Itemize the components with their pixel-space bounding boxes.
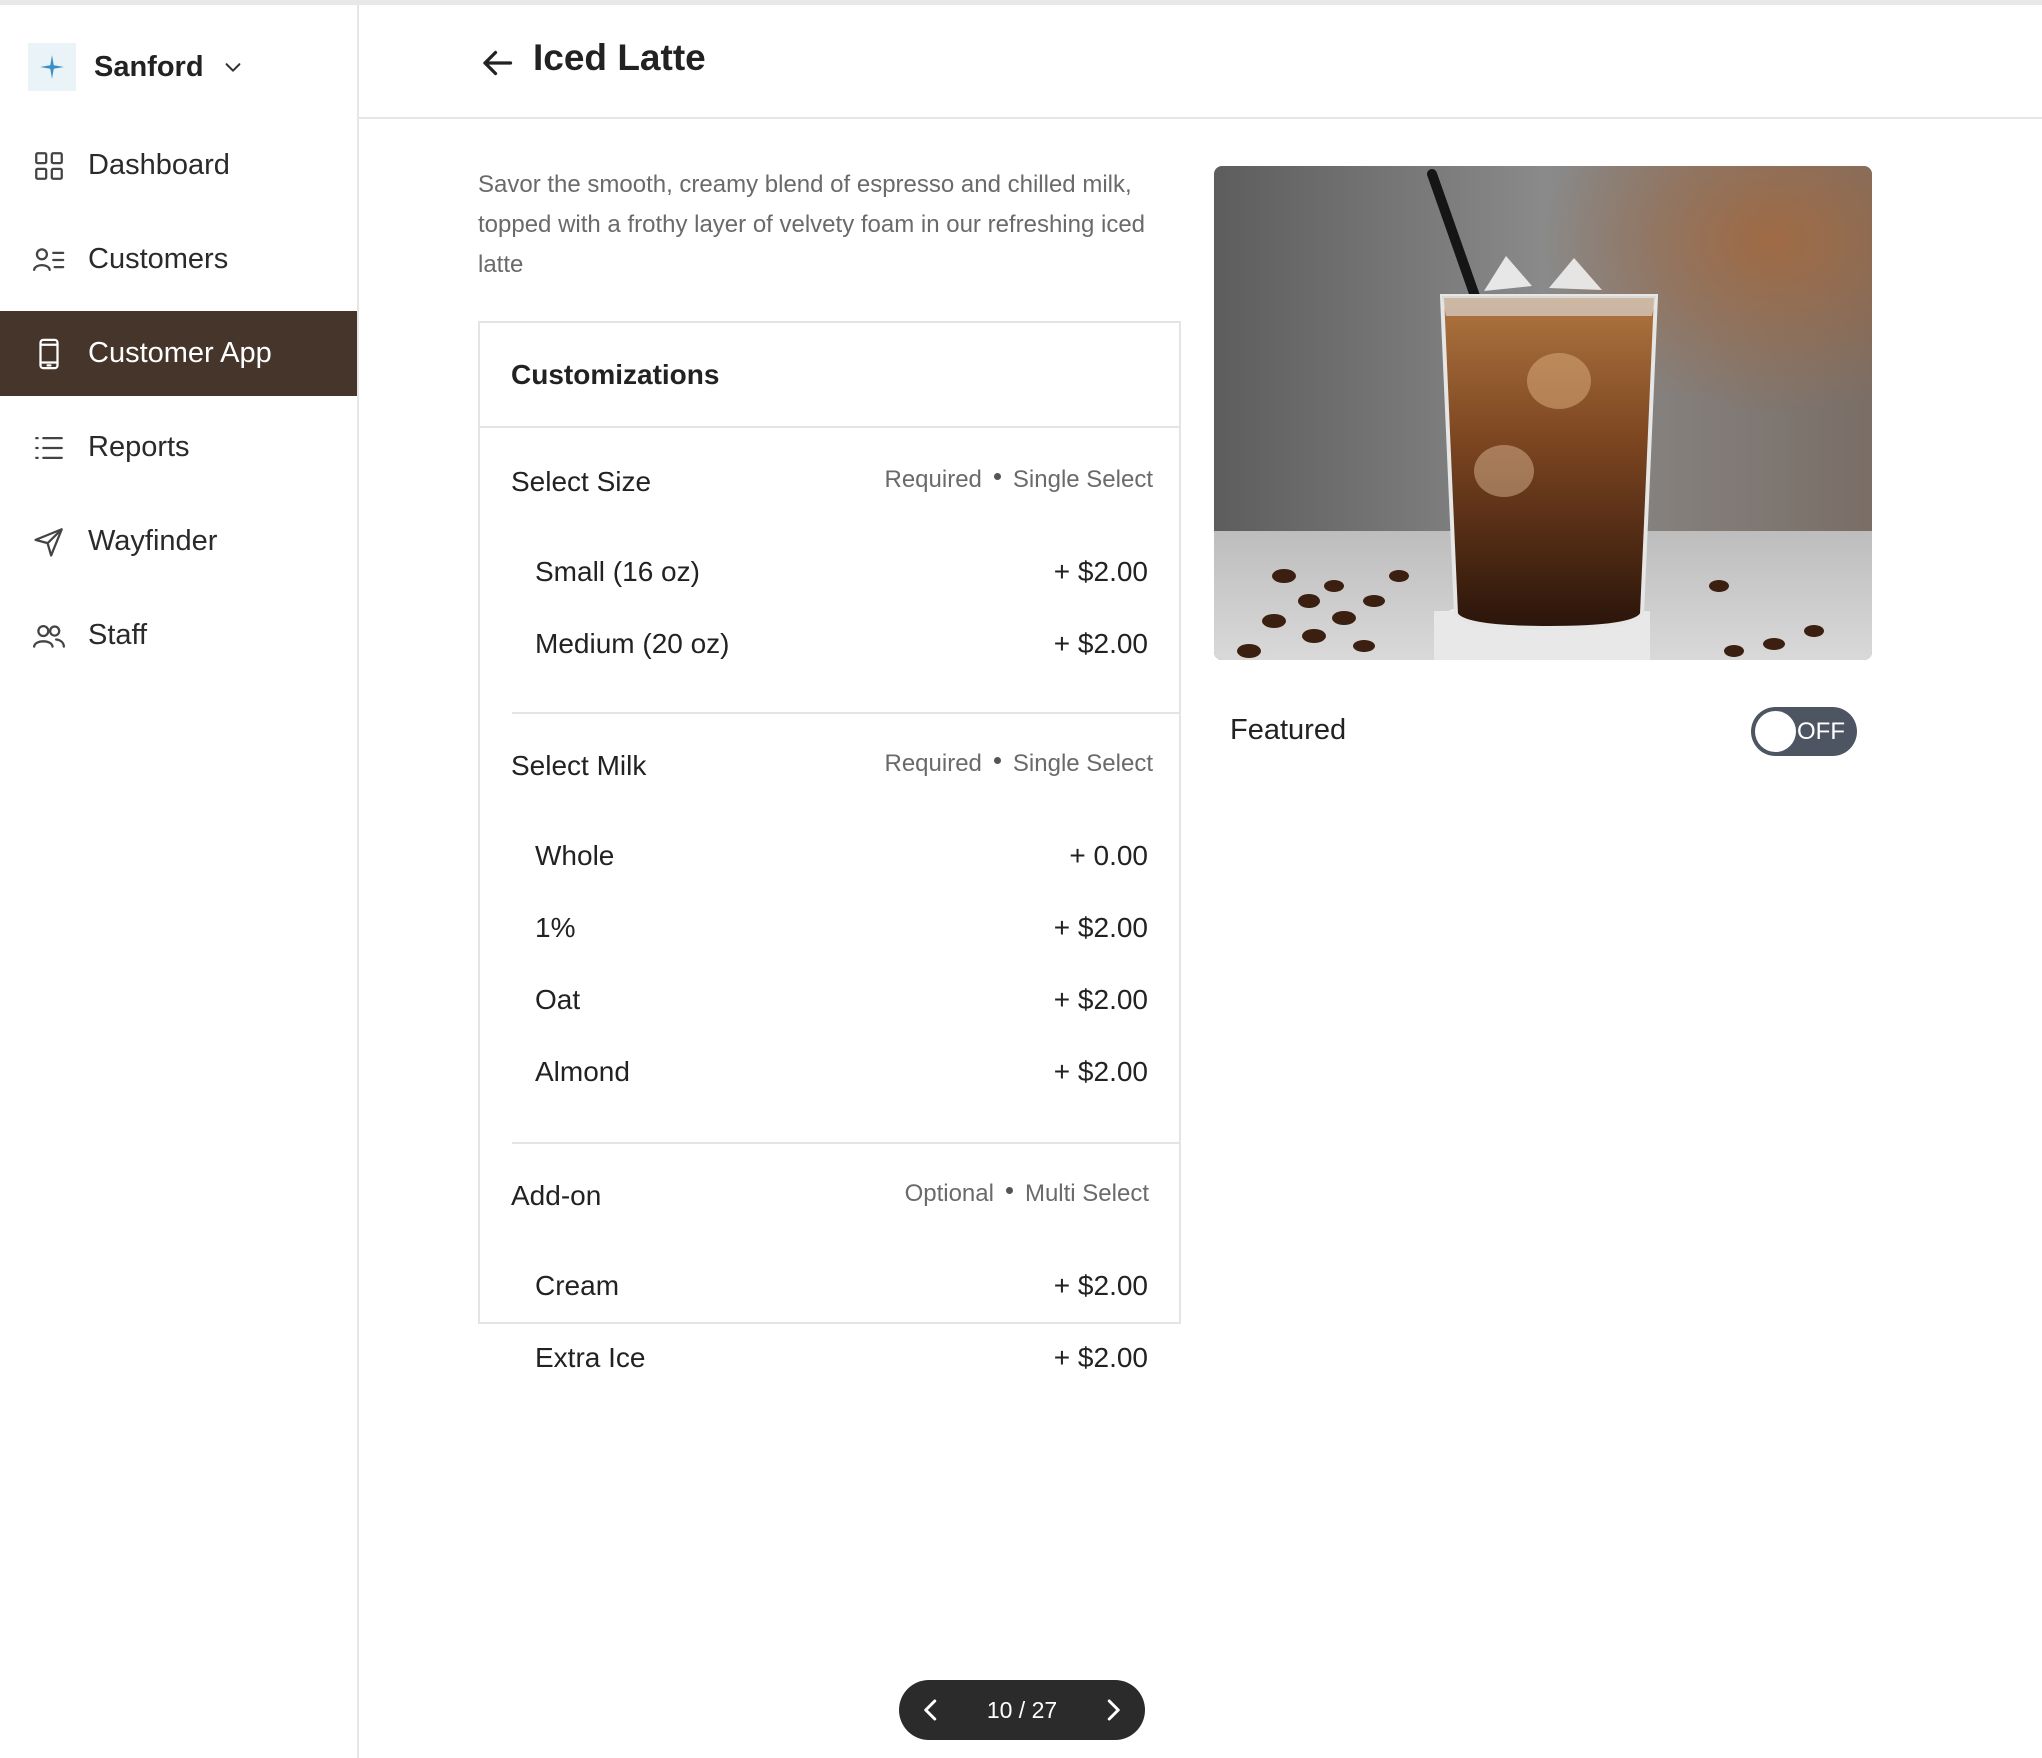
customization-group-milk: Select Milk Required Single Select Whole… bbox=[480, 712, 1179, 1142]
group-requirement: Required bbox=[884, 750, 982, 777]
customization-group-size: Select Size Required Single Select Small… bbox=[480, 428, 1179, 712]
sidebar-item-label: Wayfinder bbox=[88, 525, 218, 557]
option-price: + $2.00 bbox=[1053, 628, 1148, 659]
option-price: + $2.00 bbox=[1053, 912, 1148, 943]
sidebar-item-label: Customers bbox=[88, 243, 229, 275]
option-price: + $2.00 bbox=[1053, 984, 1148, 1015]
user-list-icon bbox=[32, 247, 65, 271]
sidebar-item-customer-app[interactable]: Customer App bbox=[0, 311, 357, 396]
sidebar: Sanford Dashboard Customers Customer App… bbox=[0, 5, 359, 1758]
option-name: 1% bbox=[535, 912, 576, 943]
list-icon bbox=[35, 436, 63, 459]
group-selection-type: Single Select bbox=[1012, 466, 1153, 493]
option-price: + $2.00 bbox=[1053, 556, 1148, 587]
customization-group-add-on: Add-on Optional Multi Select Cream + $2.… bbox=[480, 1142, 1179, 1394]
back-arrow-icon[interactable] bbox=[479, 45, 515, 81]
page-header: Iced Latte bbox=[359, 5, 2042, 119]
navigation-arrow-icon bbox=[34, 527, 63, 557]
option-row[interactable]: Small (16 oz) + $2.00 bbox=[480, 536, 1179, 608]
sidebar-item-staff[interactable]: Staff bbox=[0, 593, 357, 678]
sidebar-item-dashboard[interactable]: Dashboard bbox=[0, 123, 357, 208]
pagination: 10 / 27 bbox=[899, 1680, 1145, 1740]
option-name: Almond bbox=[535, 1056, 630, 1087]
workspace-name: Sanford bbox=[94, 50, 204, 83]
group-meta: Required Single Select bbox=[885, 750, 1154, 778]
option-name: Cream bbox=[535, 1270, 620, 1301]
option-row[interactable]: Cream + $2.00 bbox=[480, 1250, 1179, 1322]
option-row[interactable]: Oat + $2.00 bbox=[480, 964, 1179, 1036]
sidebar-nav: Dashboard Customers Customer App Reports… bbox=[0, 123, 357, 687]
product-description: Savor the smooth, creamy blend of espres… bbox=[478, 171, 1146, 278]
sidebar-item-label: Staff bbox=[88, 619, 148, 651]
sidebar-item-label: Dashboard bbox=[88, 149, 230, 181]
group-title: Select Milk bbox=[511, 750, 647, 781]
sidebar-item-label: Reports bbox=[88, 431, 190, 463]
option-price: + $2.00 bbox=[1053, 1270, 1148, 1301]
group-selection-type: Single Select bbox=[1012, 750, 1153, 777]
option-name: Whole bbox=[535, 840, 615, 871]
separator-dot bbox=[993, 472, 1001, 480]
featured-label: Featured bbox=[1230, 714, 1347, 746]
option-row[interactable]: 1% + $2.00 bbox=[480, 892, 1179, 964]
group-title: Select Size bbox=[511, 466, 652, 497]
group-header: Select Milk Required Single Select bbox=[480, 712, 1179, 820]
sparkle-icon bbox=[28, 43, 76, 91]
option-row[interactable]: Medium (20 oz) + $2.00 bbox=[480, 608, 1179, 680]
group-meta: Required Single Select bbox=[885, 466, 1154, 494]
customizations-title: Customizations bbox=[480, 323, 1179, 428]
chevron-down-icon bbox=[225, 63, 240, 72]
group-requirement: Required bbox=[884, 466, 982, 493]
group-requirement: Optional bbox=[904, 1180, 994, 1207]
workspace-switcher[interactable]: Sanford bbox=[28, 39, 244, 95]
toggle-state: OFF bbox=[1797, 718, 1845, 745]
sidebar-item-wayfinder[interactable]: Wayfinder bbox=[0, 499, 357, 584]
option-row[interactable]: Almond + $2.00 bbox=[480, 1036, 1179, 1108]
option-name: Small (16 oz) bbox=[535, 556, 700, 587]
option-price: + 0.00 bbox=[1069, 840, 1148, 871]
users-icon bbox=[32, 624, 66, 648]
option-row[interactable]: Extra Ice + $2.00 bbox=[480, 1322, 1179, 1394]
grid-icon bbox=[35, 151, 63, 180]
separator-dot bbox=[993, 756, 1001, 764]
group-header: Select Size Required Single Select bbox=[480, 428, 1179, 536]
option-name: Medium (20 oz) bbox=[535, 628, 730, 659]
option-name: Oat bbox=[535, 984, 581, 1015]
chevron-right-icon[interactable] bbox=[1095, 1692, 1131, 1728]
option-price: + $2.00 bbox=[1053, 1056, 1148, 1087]
product-image bbox=[1214, 166, 1872, 660]
option-row[interactable]: Whole + 0.00 bbox=[480, 820, 1179, 892]
option-name: Extra Ice bbox=[535, 1342, 646, 1373]
customizations-card: Customizations Select Size Required Sing… bbox=[478, 321, 1181, 1373]
separator-dot bbox=[1005, 1186, 1013, 1194]
group-meta: Optional Multi Select bbox=[905, 1180, 1149, 1208]
featured-toggle[interactable]: OFF bbox=[1751, 707, 1857, 756]
toggle-knob bbox=[1755, 711, 1796, 752]
sidebar-item-label: Customer App bbox=[88, 337, 272, 369]
group-header: Add-on Optional Multi Select bbox=[480, 1142, 1179, 1250]
group-selection-type: Multi Select bbox=[1024, 1180, 1149, 1207]
option-price: + $2.00 bbox=[1053, 1342, 1148, 1373]
sidebar-item-customers[interactable]: Customers bbox=[0, 217, 357, 302]
sidebar-item-reports[interactable]: Reports bbox=[0, 405, 357, 490]
mobile-icon bbox=[39, 338, 59, 369]
group-title: Add-on bbox=[511, 1180, 602, 1211]
page-title: Iced Latte bbox=[533, 37, 706, 78]
